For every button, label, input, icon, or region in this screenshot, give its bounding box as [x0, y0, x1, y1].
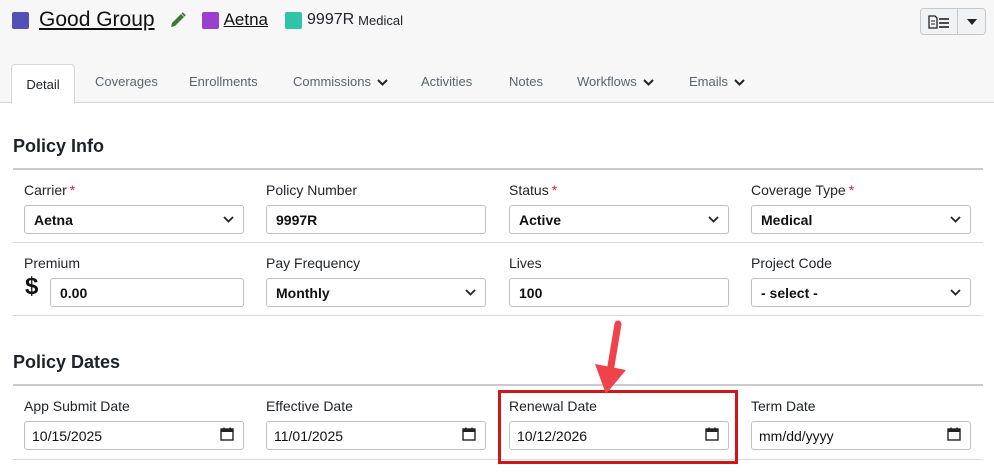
carrier-name-link[interactable]: Aetna — [224, 10, 268, 30]
select-value: Active — [519, 211, 562, 228]
tab-label: Notes — [509, 74, 543, 89]
select-value: Monthly — [276, 284, 330, 301]
app-submit-date-label: App Submit Date — [24, 398, 130, 414]
coverage-type-select[interactable]: Medical — [751, 205, 971, 234]
policy-color-swatch — [285, 11, 303, 29]
record-title-row: Good Group Aetna 9997R Medical — [12, 7, 403, 33]
premium-label: Premium — [24, 255, 80, 271]
term-date-input[interactable]: mm/dd/yyyy — [751, 421, 971, 450]
chevron-down-icon — [643, 74, 654, 89]
tab-commissions[interactable]: Commissions — [293, 74, 388, 89]
project-code-select[interactable]: - select - — [751, 278, 971, 307]
pay-frequency-label: Pay Frequency — [266, 255, 360, 271]
renewal-date-highlight-box — [498, 390, 738, 464]
carrier-label: Carrier * — [24, 182, 75, 198]
input-value: 11/01/2025 — [274, 427, 344, 444]
chevron-down-icon — [465, 289, 476, 296]
chevron-down-icon — [734, 74, 745, 89]
tab-label: Commissions — [293, 74, 372, 89]
tab-emails[interactable]: Emails — [689, 74, 745, 89]
calendar-icon[interactable] — [220, 427, 234, 444]
term-date-label: Term Date — [751, 398, 816, 414]
chevron-down-icon — [950, 216, 961, 223]
calendar-icon[interactable] — [462, 427, 476, 444]
group-name-link[interactable]: Good Group — [39, 8, 155, 32]
tab-activities[interactable]: Activities — [421, 74, 472, 89]
app-submit-date-input[interactable]: 10/15/2025 — [24, 421, 244, 450]
policy-number-input[interactable]: 9997R — [266, 205, 486, 234]
carrier-color-swatch — [201, 11, 219, 29]
section-divider — [13, 168, 983, 170]
select-value: Medical — [761, 211, 813, 228]
chevron-down-icon — [950, 289, 961, 296]
policy-number-text: 9997R — [307, 11, 355, 28]
group-color-swatch — [12, 11, 29, 29]
input-value: 0.00 — [60, 284, 88, 301]
input-value: 10/15/2025 — [32, 427, 103, 444]
policy-number-label: Policy Number — [266, 182, 357, 198]
coverage-type-label: Coverage Type * — [751, 182, 854, 198]
label-text: Premium — [24, 255, 81, 271]
tab-label: Detail — [26, 76, 60, 92]
premium-input[interactable]: 0.00 — [50, 278, 244, 307]
pay-frequency-select[interactable]: Monthly — [266, 278, 486, 307]
dollar-sign: $ — [25, 273, 39, 300]
project-code-label: Project Code — [751, 255, 832, 271]
effective-date-label: Effective Date — [266, 398, 353, 414]
select-value: - select - — [761, 284, 818, 301]
tab-workflows[interactable]: Workflows — [577, 74, 654, 89]
label-text: Project Code — [751, 255, 832, 271]
input-placeholder: mm/dd/yyyy — [759, 427, 834, 444]
label-text: Effective Date — [266, 398, 353, 414]
tab-enrollments[interactable]: Enrollments — [189, 74, 258, 89]
document-list-icon[interactable] — [921, 9, 958, 34]
tab-label: Enrollments — [189, 74, 258, 89]
tab-label: Emails — [689, 74, 729, 89]
label-text: Carrier — [24, 182, 67, 198]
tab-detail[interactable]: Detail — [11, 64, 75, 104]
policy-dates-heading: Policy Dates — [13, 352, 121, 372]
label-text: App Submit Date — [24, 398, 130, 414]
tab-label: Activities — [421, 74, 473, 89]
required-marker: * — [848, 182, 855, 198]
required-marker: * — [69, 182, 76, 198]
policy-info-heading: Policy Info — [13, 136, 105, 156]
tab-coverages[interactable]: Coverages — [95, 74, 158, 89]
carrier-select[interactable]: Aetna — [24, 205, 244, 234]
input-value: 9997R — [276, 211, 318, 228]
tab-label: Coverages — [95, 74, 158, 89]
edit-pencil-icon[interactable] — [169, 11, 187, 29]
chevron-down-icon — [223, 216, 234, 223]
lives-label: Lives — [509, 255, 542, 271]
chevron-down-icon — [377, 74, 388, 89]
record-header: Good Group Aetna 9997R Medical — [0, 0, 994, 62]
annotation-arrow-icon — [590, 320, 630, 401]
effective-date-input[interactable]: 11/01/2025 — [266, 421, 486, 450]
input-value: 100 — [519, 284, 543, 301]
tab-notes[interactable]: Notes — [509, 74, 543, 89]
record-tabs: Detail Coverages Enrollments Commissions… — [0, 62, 994, 104]
label-text: Lives — [509, 255, 542, 271]
label-text: Term Date — [751, 398, 816, 414]
caret-down-icon[interactable] — [958, 9, 985, 34]
tab-label: Workflows — [577, 74, 637, 89]
calendar-icon[interactable] — [947, 427, 961, 444]
required-marker: * — [551, 182, 558, 198]
status-select[interactable]: Active — [509, 205, 729, 234]
lives-input[interactable]: 100 — [509, 278, 729, 307]
select-value: Aetna — [34, 211, 73, 228]
chevron-down-icon — [708, 216, 719, 223]
record-actions-menu[interactable] — [920, 8, 986, 35]
policy-type-text: Medical — [358, 12, 403, 28]
row-divider — [13, 315, 983, 316]
label-text: Pay Frequency — [266, 255, 361, 271]
row-divider — [13, 242, 983, 243]
label-text: Policy Number — [266, 182, 358, 198]
section-divider — [13, 384, 983, 386]
label-text: Status — [509, 182, 549, 198]
status-label: Status * — [509, 182, 557, 198]
label-text: Coverage Type — [751, 182, 846, 198]
